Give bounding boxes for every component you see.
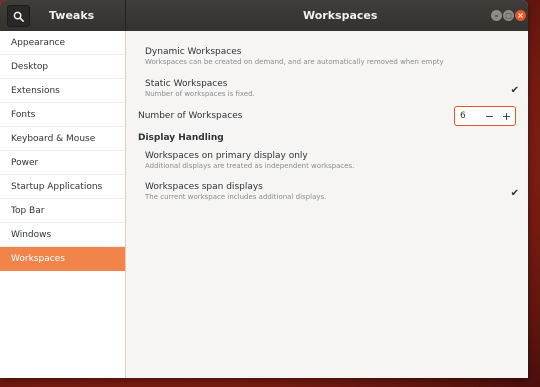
sidebar-item-power[interactable]: Power (0, 151, 125, 175)
primary-display-only-option[interactable]: Workspaces on primary display only Addit… (145, 151, 525, 170)
option-title: Workspaces on primary display only (145, 151, 308, 161)
increment-button[interactable]: + (498, 110, 515, 123)
close-button[interactable]: × (515, 10, 526, 21)
checkmark-icon: ✔ (510, 85, 519, 96)
option-description: The current workspace includes additiona… (145, 193, 327, 201)
option-description: Number of workspaces is fixed. (145, 90, 255, 98)
page-title: Workspaces (303, 9, 378, 22)
number-of-workspaces-spinbutton[interactable]: 6 − + (454, 106, 516, 126)
option-title: Workspaces span displays (145, 182, 263, 192)
search-button[interactable] (7, 5, 30, 27)
option-title: Dynamic Workspaces (145, 47, 242, 57)
sidebar-item-workspaces[interactable]: Workspaces (0, 247, 125, 271)
sidebar-item-label: Appearance (11, 38, 66, 48)
dynamic-workspaces-option[interactable]: Dynamic Workspaces Workspaces can be cre… (145, 47, 525, 66)
tweaks-window: Tweaks Workspaces – □ × Appearance Deskt… (0, 0, 528, 378)
maximize-icon: □ (505, 11, 512, 20)
decrement-button[interactable]: − (481, 110, 498, 123)
sidebar-item-label: Extensions (11, 86, 60, 96)
sidebar-item-label: Power (11, 158, 39, 168)
maximize-button[interactable]: □ (503, 10, 514, 21)
sidebar-item-label: Top Bar (11, 206, 45, 216)
sidebar-item-startup-applications[interactable]: Startup Applications (0, 175, 125, 199)
header-divider (125, 0, 126, 31)
app-title: Tweaks (49, 9, 95, 22)
option-description: Workspaces can be created on demand, and… (145, 58, 444, 66)
sidebar-item-windows[interactable]: Windows (0, 223, 125, 247)
sidebar-item-top-bar[interactable]: Top Bar (0, 199, 125, 223)
header-bar: Tweaks Workspaces – □ × (0, 0, 528, 31)
sidebar-item-desktop[interactable]: Desktop (0, 55, 125, 79)
option-title: Static Workspaces (145, 79, 228, 89)
display-handling-heading: Display Handling (138, 133, 224, 143)
sidebar-item-label: Fonts (11, 110, 36, 120)
static-workspaces-option[interactable]: Static Workspaces Number of workspaces i… (145, 79, 525, 98)
sidebar-item-label: Windows (11, 230, 52, 240)
checkmark-icon: ✔ (510, 188, 519, 199)
minimize-button[interactable]: – (491, 10, 502, 21)
sidebar: Appearance Desktop Extensions Fonts Keyb… (0, 31, 126, 378)
sidebar-item-label: Keyboard & Mouse (11, 134, 96, 144)
number-of-workspaces-label: Number of Workspaces (138, 111, 243, 121)
minimize-icon: – (494, 10, 499, 20)
sidebar-item-fonts[interactable]: Fonts (0, 103, 125, 127)
spinbutton-value[interactable]: 6 (455, 111, 481, 121)
sidebar-item-appearance[interactable]: Appearance (0, 31, 125, 55)
workspaces-panel: Dynamic Workspaces Workspaces can be cre… (126, 31, 528, 378)
sidebar-item-label: Workspaces (11, 254, 65, 264)
search-icon (13, 11, 24, 22)
close-icon: × (517, 10, 524, 20)
sidebar-item-extensions[interactable]: Extensions (0, 79, 125, 103)
span-displays-option[interactable]: Workspaces span displays The current wor… (145, 182, 525, 201)
sidebar-item-keyboard-mouse[interactable]: Keyboard & Mouse (0, 127, 125, 151)
sidebar-item-label: Startup Applications (11, 182, 103, 192)
option-description: Additional displays are treated as indep… (145, 162, 355, 170)
sidebar-item-label: Desktop (11, 62, 49, 72)
